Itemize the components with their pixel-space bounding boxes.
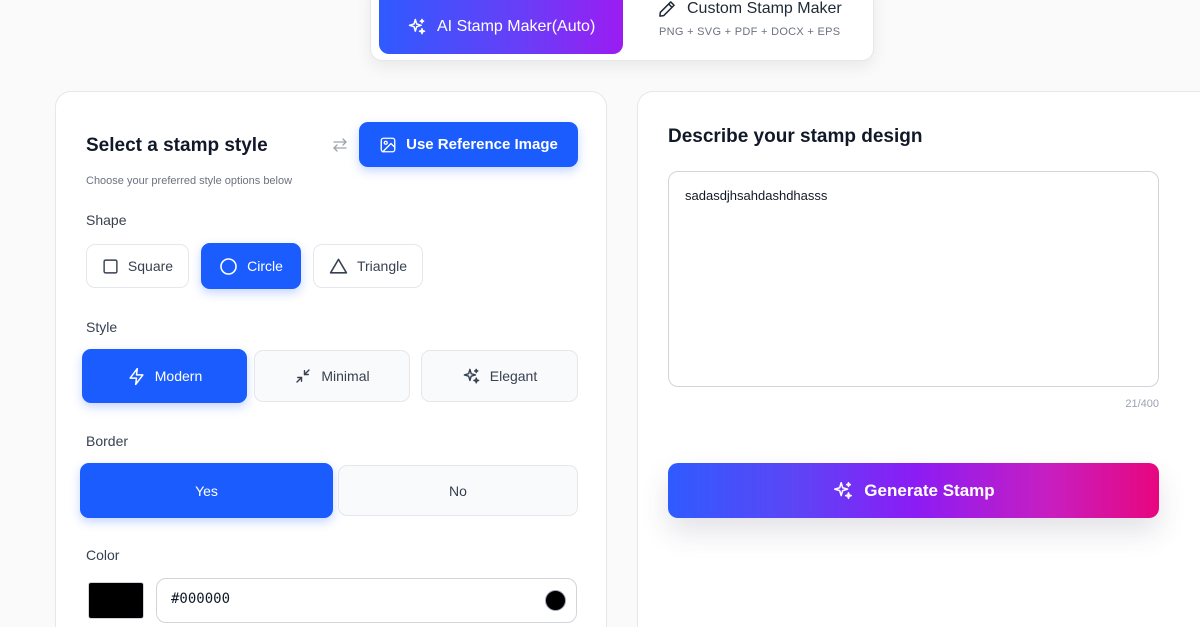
style-option-elegant[interactable]: Elegant — [421, 350, 578, 402]
shape-option-triangle[interactable]: Triangle — [313, 244, 423, 288]
style-label: Style — [86, 319, 118, 335]
shape-option-label: Circle — [247, 258, 283, 274]
custom-stamp-maker-tab[interactable]: Custom Stamp Maker PNG + SVG + PDF + DOC… — [657, 0, 867, 38]
triangle-icon — [329, 257, 348, 276]
style-option-modern[interactable]: Modern — [82, 349, 247, 403]
use-reference-image-button[interactable]: Use Reference Image — [359, 122, 578, 167]
style-option-label: Modern — [154, 368, 203, 384]
color-label: Color — [86, 547, 120, 563]
color-picker-dot[interactable] — [545, 590, 566, 611]
border-option-label: No — [449, 482, 467, 499]
style-panel-title: Select a stamp style — [86, 135, 268, 156]
use-reference-image-label: Use Reference Image — [406, 136, 558, 153]
stamp-description-textarea[interactable]: sadasdjhsahdashdhasss — [668, 171, 1159, 387]
lightning-icon — [127, 367, 146, 386]
mode-switcher: AI Stamp Maker(Auto) Custom Stamp Maker … — [370, 0, 874, 61]
color-hex-field — [156, 578, 577, 623]
border-option-yes[interactable]: Yes — [80, 463, 333, 518]
style-option-minimal[interactable]: Minimal — [254, 350, 410, 402]
style-panel-subtitle: Choose your preferred style options belo… — [86, 175, 293, 187]
swap-arrows-icon[interactable] — [331, 136, 349, 154]
sparkles-icon — [832, 480, 854, 502]
character-counter: 21/400 — [1125, 398, 1159, 410]
image-icon — [379, 136, 397, 154]
shape-option-square[interactable]: Square — [86, 244, 189, 288]
generate-stamp-button[interactable]: Generate Stamp — [668, 463, 1159, 518]
shape-option-label: Triangle — [356, 258, 408, 274]
style-option-label: Minimal — [321, 368, 370, 384]
shape-label: Shape — [86, 212, 127, 228]
border-option-no[interactable]: No — [338, 465, 578, 516]
minimize-arrows-icon — [294, 367, 312, 385]
shape-option-circle[interactable]: Circle — [201, 243, 301, 289]
sparkles-icon — [462, 367, 481, 386]
sparkles-icon — [407, 17, 427, 37]
ai-stamp-maker-label: AI Stamp Maker(Auto) — [437, 17, 596, 35]
stamp-design-panel: Describe your stamp design sadasdjhsahda… — [637, 91, 1200, 627]
pencil-icon — [657, 0, 677, 19]
style-option-label: Elegant — [489, 368, 538, 384]
color-swatch[interactable] — [88, 582, 144, 619]
stamp-style-panel: Select a stamp style Use Reference Image… — [55, 91, 607, 627]
color-hex-input[interactable] — [171, 591, 531, 607]
design-panel-title: Describe your stamp design — [668, 126, 923, 147]
custom-stamp-maker-label: Custom Stamp Maker — [687, 0, 842, 17]
custom-formats-text: PNG + SVG + PDF + DOCX + EPS — [659, 26, 841, 38]
generate-stamp-label: Generate Stamp — [864, 480, 995, 500]
border-option-label: Yes — [195, 482, 218, 499]
square-icon — [102, 258, 119, 275]
ai-stamp-maker-tab[interactable]: AI Stamp Maker(Auto) — [379, 0, 623, 54]
border-label: Border — [86, 433, 129, 449]
circle-icon — [219, 257, 238, 276]
shape-option-label: Square — [127, 258, 174, 274]
